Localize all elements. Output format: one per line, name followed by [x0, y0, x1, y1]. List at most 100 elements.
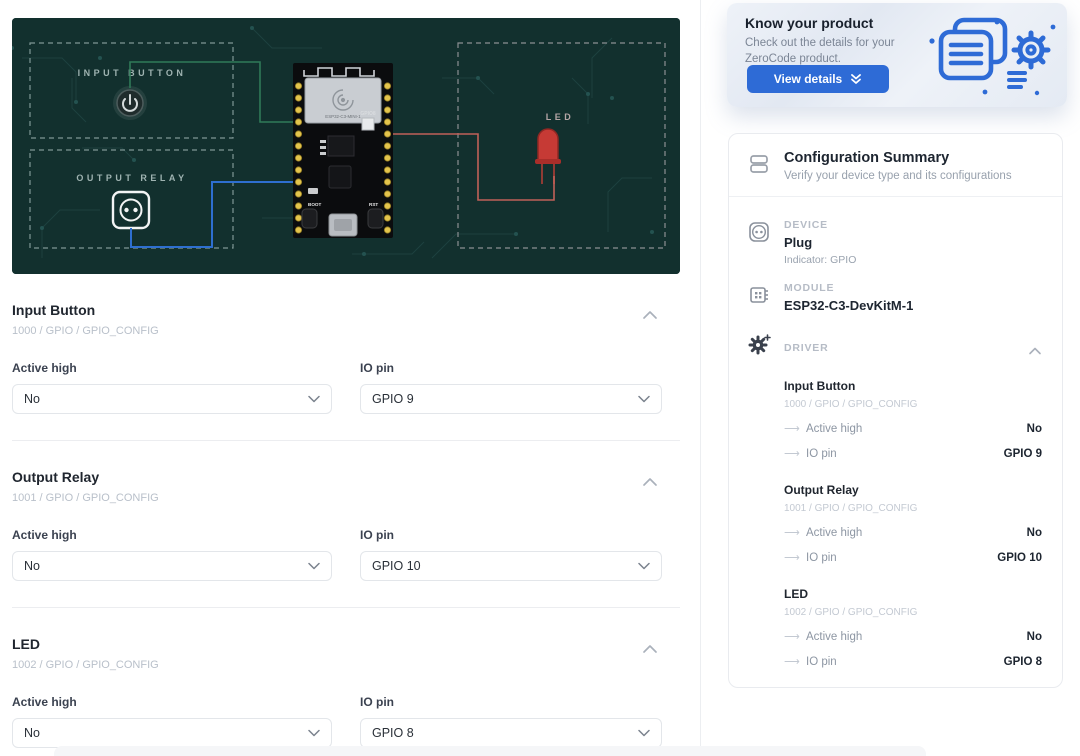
field-io-pin: IO pin GPIO 9 [360, 361, 662, 414]
row-label: IO pin [806, 655, 837, 668]
select-value: GPIO 9 [372, 392, 414, 406]
field-label: Active high [12, 695, 77, 709]
entry-meta: 1000 / GPIO / GPIO_CONFIG [784, 399, 918, 410]
power-button-icon [113, 86, 147, 120]
module-silkscreen-text: ESP32-C3-MINI-1 [325, 114, 361, 119]
field-label: IO pin [360, 695, 394, 709]
docs-gear-illustration-icon [925, 15, 1057, 102]
rst-button [367, 208, 384, 229]
entry-meta: 1001 / GPIO / GPIO_CONFIG [784, 503, 918, 514]
entry-row: ⟶ IO pin GPIO 8 [784, 649, 1042, 674]
active-high-select[interactable]: No [12, 551, 332, 581]
rgb-led-component [361, 117, 375, 131]
field-active-high: Active high No [12, 361, 332, 414]
entry-row: ⟶ IO pin GPIO 9 [784, 441, 1042, 466]
chevron-up-icon[interactable] [642, 642, 658, 654]
device-label: DEVICE [784, 219, 828, 231]
chevron-down-icon [308, 395, 320, 403]
double-chevron-down-icon [851, 73, 862, 84]
module-name: ESP32-C3-DevKitM-1 [784, 298, 914, 313]
arrow-icon: ⟶ [784, 423, 800, 435]
entry-row: ⟶ Active high No [784, 624, 1042, 649]
driver-entry-output-relay: Output Relay 1001 / GPIO / GPIO_CONFIG ⟶… [784, 483, 1042, 570]
row-value: GPIO 8 [1003, 655, 1042, 668]
field-active-high: Active high No [12, 528, 332, 581]
boot-label: BOOT [308, 202, 321, 207]
section-title: Output Relay [12, 469, 100, 485]
io-pin-select[interactable]: GPIO 9 [360, 384, 662, 414]
select-value: No [24, 726, 40, 740]
field-label: Active high [12, 528, 77, 542]
know-product-title: Know your product [745, 15, 874, 31]
page: INPUT BUTTON OUTPUT RELAY LED ESP32-C3-M… [0, 0, 1080, 756]
driver-label: DRIVER [784, 341, 829, 354]
chevron-down-icon [638, 729, 650, 737]
row-value: No [1026, 526, 1042, 539]
know-your-product-card: Know your product Check out the details … [727, 3, 1067, 107]
row-label: Active high [806, 422, 863, 435]
esp32-board: ESP32-C3-MINI-1 GPIO8 BOOT RST [293, 63, 393, 238]
boot-button [301, 208, 318, 229]
entry-row: ⟶ IO pin GPIO 10 [784, 545, 1042, 570]
device-indicator: Indicator: GPIO [784, 254, 857, 266]
arrow-icon: ⟶ [784, 631, 800, 643]
driver-entry-led: LED 1002 / GPIO / GPIO_CONFIG ⟶ Active h… [784, 587, 1042, 674]
summary-title: Configuration Summary [784, 150, 950, 166]
driver-header: DRIVER [747, 333, 1042, 362]
chevron-up-icon[interactable] [642, 475, 658, 487]
input-button-zone-label: INPUT BUTTON [78, 68, 187, 78]
select-value: GPIO 10 [372, 559, 421, 573]
summary-subtitle: Verify your device type and its configur… [784, 170, 1012, 182]
arrow-icon: ⟶ [784, 448, 800, 460]
main-content: INPUT BUTTON OUTPUT RELAY LED ESP32-C3-M… [0, 0, 700, 756]
summary-body: DEVICE Plug Indicator: GPIO MODULE ESP32… [729, 197, 1062, 688]
entry-name: LED [784, 587, 808, 601]
chevron-down-icon [638, 562, 650, 570]
driver-entries: Input Button 1000 / GPIO / GPIO_CONFIG ⟶… [784, 379, 1042, 688]
field-io-pin: IO pin GPIO 10 [360, 528, 662, 581]
row-value: No [1026, 630, 1042, 643]
chip-icon [747, 282, 771, 313]
row-label: Active high [806, 630, 863, 643]
view-details-button[interactable]: View details [747, 65, 889, 93]
row-value: No [1026, 422, 1042, 435]
entry-row: ⟶ Active high No [784, 520, 1042, 545]
chevron-up-icon[interactable] [642, 308, 658, 320]
arrow-icon: ⟶ [784, 552, 800, 564]
gear-plus-icon [747, 333, 771, 362]
device-group: DEVICE Plug Indicator: GPIO [747, 219, 1042, 266]
device-wiring-diagram: INPUT BUTTON OUTPUT RELAY LED ESP32-C3-M… [12, 18, 680, 274]
chevron-down-icon [308, 729, 320, 737]
section-meta: 1002 / GPIO / GPIO_CONFIG [12, 659, 159, 671]
active-high-select[interactable]: No [12, 384, 332, 414]
module-label: MODULE [784, 282, 835, 294]
section-title: LED [12, 636, 40, 652]
section-title: Input Button [12, 302, 96, 318]
io-pin-select[interactable]: GPIO 8 [360, 718, 662, 748]
entry-name: Input Button [784, 379, 856, 393]
summary-header: Configuration Summary Verify your device… [729, 134, 1062, 197]
entry-name: Output Relay [784, 483, 859, 497]
arrow-icon: ⟶ [784, 527, 800, 539]
active-high-select[interactable]: No [12, 718, 332, 748]
row-value: GPIO 10 [997, 551, 1042, 564]
config-sections: Input Button 1000 / GPIO / GPIO_CONFIG A… [12, 274, 680, 756]
chevron-up-icon[interactable] [1028, 343, 1042, 354]
next-section-peek [54, 746, 926, 756]
select-value: GPIO 8 [372, 726, 414, 740]
io-pin-select[interactable]: GPIO 10 [360, 551, 662, 581]
rst-label: RST [369, 202, 378, 207]
select-value: No [24, 559, 40, 573]
field-io-pin: IO pin GPIO 8 [360, 695, 662, 748]
right-rail: Know your product Check out the details … [700, 0, 1080, 756]
arrow-icon: ⟶ [784, 656, 800, 668]
row-label: IO pin [806, 447, 837, 460]
row-label: Active high [806, 526, 863, 539]
section-meta: 1000 / GPIO / GPIO_CONFIG [12, 325, 159, 337]
plug-socket-icon [747, 219, 771, 266]
led-zone-label: LED [546, 112, 575, 122]
row-value: GPIO 9 [1003, 447, 1042, 460]
section-output-relay: Output Relay 1001 / GPIO / GPIO_CONFIG A… [12, 441, 680, 608]
know-product-description: Check out the details for your ZeroCode … [745, 37, 895, 65]
chevron-down-icon [638, 395, 650, 403]
